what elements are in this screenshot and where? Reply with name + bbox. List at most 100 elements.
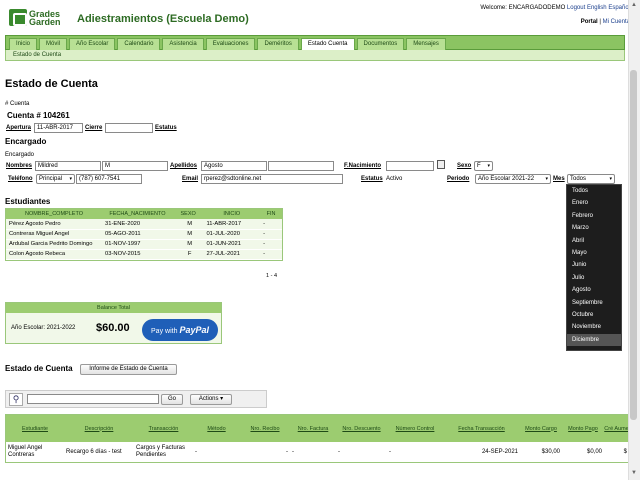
subnav: Estado de Cuenta — [5, 50, 625, 61]
nav-inicio[interactable]: Inicio — [9, 38, 38, 50]
cell-nombre: Ardubal Garcia Pedrito Domingo — [6, 239, 102, 250]
col-inicio[interactable]: INICIO — [203, 209, 261, 219]
month-option-marzo[interactable]: Marzo — [567, 222, 621, 234]
nav-mensajes[interactable]: Mensajes — [406, 38, 446, 50]
cell-inicio: 01-JUN-2021 — [203, 239, 261, 250]
col-metodo[interactable]: Método — [193, 415, 240, 442]
search-input[interactable] — [27, 394, 159, 404]
col-fin[interactable]: FIN — [260, 209, 282, 219]
scroll-down-icon[interactable]: ▼ — [630, 470, 638, 478]
cuenta-hash-label: # Cuenta — [5, 101, 30, 107]
logo-text[interactable]: Grades Garden — [29, 10, 69, 27]
month-option-febrero[interactable]: Febrero — [567, 210, 621, 222]
magnifier-icon[interactable]: ⚲ — [9, 393, 23, 406]
month-option-agosto[interactable]: Agosto — [567, 284, 621, 296]
month-option-noviembre[interactable]: Noviembre — [567, 321, 621, 333]
email-input[interactable]: rperez@sdtonline.net — [201, 174, 343, 184]
month-option-todos[interactable]: Todos — [567, 185, 621, 197]
mi-cuenta-link[interactable]: Mi Cuenta — [603, 19, 630, 25]
balance-heading: Balance Total — [6, 303, 221, 313]
cell-sexo: M — [172, 229, 204, 240]
month-option-enero[interactable]: Enero — [567, 197, 621, 209]
col-sexo[interactable]: SEXO — [172, 209, 204, 219]
table-header-row: NOMBRE_COMPLETO FECHA_NACIMIENTO SEXO IN… — [6, 209, 282, 219]
cell-fin: - — [260, 219, 282, 230]
col-descripcion[interactable]: Descripción — [64, 415, 134, 442]
cell-metodo: - — [193, 442, 240, 462]
col-numero-control[interactable]: Número Control — [387, 415, 443, 442]
paypal-button[interactable]: Pay with PayPal — [142, 319, 218, 341]
col-nombre[interactable]: NOMBRE_COMPLETO — [6, 209, 102, 219]
fnacimiento-label: F.Nacimiento — [344, 163, 382, 169]
mes-label: Mes — [553, 176, 565, 182]
periodo-select[interactable]: Año Escolar 2021-22 ▾ — [475, 174, 551, 184]
subnav-estado-cuenta[interactable]: Estado de Cuenta — [13, 52, 61, 58]
scrollbar-thumb[interactable] — [630, 70, 637, 420]
month-option-junio[interactable]: Junio — [567, 259, 621, 271]
lang-spanish-link[interactable]: Español — [608, 5, 630, 11]
nav-estado-cuenta[interactable]: Estado Cuenta — [300, 38, 355, 50]
col-transaccion[interactable]: Transacción — [134, 415, 193, 442]
logo-icon[interactable] — [9, 9, 27, 26]
telefono-input[interactable]: (787) 607-7541 — [76, 174, 142, 184]
cell-credito-aumento: $ — [604, 442, 629, 462]
month-option-abril[interactable]: Abril — [567, 235, 621, 247]
apellido-paterno-input[interactable]: Agosto — [201, 161, 267, 171]
col-credito-aumento[interactable]: Cré Aume — [604, 415, 629, 442]
logout-link[interactable]: Logout — [567, 5, 585, 11]
month-option-julio[interactable]: Julio — [567, 272, 621, 284]
telefono-tipo-select[interactable]: Principal ▾ — [36, 174, 75, 184]
cell-fecha-transaccion: 24-SEP-2021 — [443, 442, 520, 462]
nav-documentos[interactable]: Documentos — [356, 38, 405, 50]
actions-button[interactable]: Actions ▾ — [190, 394, 232, 405]
nav-ano-escolar[interactable]: Año Escolar — [69, 38, 116, 50]
informe-button[interactable]: Informe de Estado de Cuenta — [80, 364, 177, 375]
scroll-up-icon[interactable]: ▲ — [630, 2, 638, 10]
nav-demeritos[interactable]: Deméritos — [257, 38, 299, 50]
cell-inicio: 27-JUL-2021 — [203, 249, 261, 260]
periodo-label: Periodo — [447, 176, 470, 182]
month-option-septiembre[interactable]: Septiembre — [567, 297, 621, 309]
estatus-cuenta-label: Estatus — [155, 125, 177, 131]
fnacimiento-input[interactable] — [386, 161, 434, 171]
col-monto-pago[interactable]: Monto Pago — [562, 415, 604, 442]
col-estudiante[interactable]: Estudiante — [6, 415, 64, 442]
apellido-materno-input[interactable] — [268, 161, 334, 171]
col-nro-recibo[interactable]: Nro. Recibo — [240, 415, 290, 442]
cell-fecha-nac: 01-NOV-1997 — [102, 239, 173, 250]
col-monto-cargo[interactable]: Monto Cargo — [520, 415, 562, 442]
segundo-nombre-input[interactable]: M — [102, 161, 168, 171]
encargado-heading: Encargado — [5, 137, 47, 146]
cierre-input[interactable] — [105, 123, 153, 133]
mes-select[interactable]: Todos ▾ — [567, 174, 615, 184]
cell-fecha-nac: 03-NOV-2015 — [102, 249, 173, 260]
cell-sexo: M — [172, 239, 204, 250]
nav-movil[interactable]: Móvil — [39, 38, 68, 50]
nav-calendario[interactable]: Calendario — [117, 38, 161, 50]
month-option-octubre[interactable]: Octubre — [567, 309, 621, 321]
chevron-down-icon: ▾ — [69, 176, 72, 182]
nav-evaluaciones[interactable]: Evaluaciones — [205, 38, 256, 50]
month-option-mayo[interactable]: Mayo — [567, 247, 621, 259]
estudiantes-heading: Estudiantes — [5, 197, 51, 206]
sexo-select[interactable]: F ▾ — [474, 161, 493, 171]
col-nro-factura[interactable]: Nro. Factura — [290, 415, 336, 442]
user-bar: Welcome: ENCARGADODEMO Logout English Es… — [480, 5, 630, 11]
cuenta-heading: Cuenta # 104261 — [7, 111, 70, 120]
cell-monto-cargo: $30,00 — [520, 442, 562, 462]
apertura-input[interactable]: 11-ABR-2017 — [34, 123, 83, 133]
col-nro-descuento[interactable]: Nro. Descuento — [336, 415, 387, 442]
cell-sexo: F — [172, 249, 204, 260]
col-fecha-transaccion[interactable]: Fecha Transacción — [443, 415, 520, 442]
paypal-logo: PayPal — [179, 325, 209, 335]
portal-link[interactable]: Portal — [581, 19, 598, 25]
cell-inicio: 11-ABR-2017 — [203, 219, 261, 230]
col-fecha-nac[interactable]: FECHA_NACIMIENTO — [102, 209, 173, 219]
nombre-input[interactable]: Mildred — [35, 161, 101, 171]
lang-english-link[interactable]: English — [587, 5, 607, 11]
go-button[interactable]: Go — [161, 394, 183, 405]
nav-asistencia[interactable]: Asistencia — [162, 38, 204, 50]
nombres-label: Nombres — [6, 163, 33, 169]
month-option-diciembre[interactable]: Diciembre — [567, 333, 621, 347]
calendar-icon[interactable] — [437, 160, 445, 169]
